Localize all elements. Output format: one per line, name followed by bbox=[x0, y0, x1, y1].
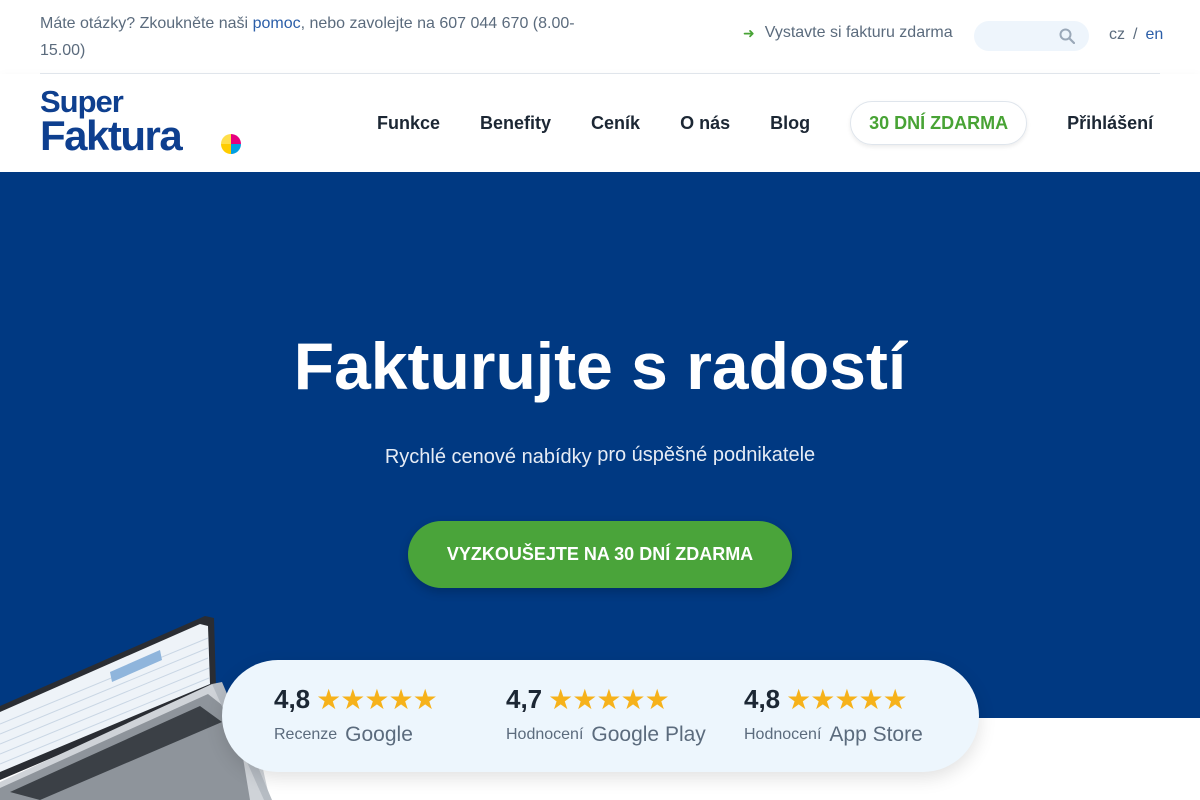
nav-cenik[interactable]: Ceník bbox=[591, 113, 640, 134]
star-rating-icon: ★★★★★ bbox=[786, 683, 908, 715]
superfaktura-logo[interactable]: Super Faktura bbox=[40, 86, 250, 158]
login-link[interactable]: Přihlášení bbox=[1067, 113, 1153, 134]
rating-google-play[interactable]: 4,7 ★★★★★ Hodnocení Google Play bbox=[506, 684, 706, 747]
star-rating-icon: ★★★★★ bbox=[316, 683, 438, 715]
logo-line-2: Faktura bbox=[40, 112, 183, 159]
ratings-card: 4,8 ★★★★★ Recenze Google 4,7 ★★★★★ Hodno… bbox=[222, 660, 979, 772]
nav-o-nas[interactable]: O nás bbox=[680, 113, 730, 134]
rating-score: 4,7 bbox=[506, 684, 543, 714]
search-icon[interactable] bbox=[1059, 28, 1075, 44]
lang-en[interactable]: en bbox=[1145, 26, 1163, 44]
nav-benefity[interactable]: Benefity bbox=[480, 113, 551, 134]
rating-app-store[interactable]: 4,8 ★★★★★ Hodnocení App Store bbox=[744, 684, 923, 747]
logo-pie-icon bbox=[221, 134, 241, 154]
trial-button[interactable]: 30 DNÍ ZDARMA bbox=[850, 101, 1028, 145]
hero-cta-button[interactable]: VYZKOUŠEJTE NA 30 DNÍ ZDARMA bbox=[408, 521, 792, 588]
google-play-logo: Google Play bbox=[591, 723, 706, 746]
help-prefix: Máte otázky? Zkoukněte naši bbox=[40, 15, 253, 32]
rating-label: Recenze bbox=[274, 726, 338, 743]
rating-score: 4,8 bbox=[744, 684, 781, 714]
rating-score: 4,8 bbox=[274, 684, 311, 714]
rating-label: Hodnocení bbox=[506, 726, 584, 743]
free-invoice-label: Vystavte si fakturu zdarma bbox=[764, 24, 953, 41]
hero-subtitle: Rychlé cenové nabídky pro úspěšné podnik… bbox=[0, 444, 1200, 468]
lang-separator: / bbox=[1133, 26, 1138, 43]
arrow-right-icon: ➜ bbox=[743, 24, 755, 41]
utility-bar: Máte otázky? Zkoukněte naši pomoc, nebo … bbox=[40, 0, 1163, 74]
app-store-logo: App Store bbox=[829, 723, 923, 746]
rating-google[interactable]: 4,8 ★★★★★ Recenze Google bbox=[274, 683, 438, 747]
help-link[interactable]: pomoc bbox=[253, 15, 301, 32]
lang-cz[interactable]: cz bbox=[1109, 26, 1125, 44]
rating-label: Hodnocení bbox=[744, 726, 822, 743]
search-input[interactable] bbox=[974, 21, 1089, 51]
primary-nav: Funkce Benefity Ceník O nás Blog 30 DNÍ … bbox=[357, 101, 1153, 145]
nav-funkce[interactable]: Funkce bbox=[377, 113, 440, 134]
star-rating-icon: ★★★★★ bbox=[548, 683, 670, 715]
hero-subtitle-a: Rychlé cenové nabídky bbox=[384, 446, 592, 468]
main-navbar: Super Faktura Funkce Benefity Ceník O ná… bbox=[0, 74, 1200, 172]
hero-subtitle-b: pro úspěšné podnikatele bbox=[597, 444, 816, 466]
help-text: Máte otázky? Zkoukněte naši pomoc, nebo … bbox=[40, 10, 600, 64]
hero-title: Fakturujte s radostí bbox=[293, 329, 907, 403]
language-switcher: cz / en bbox=[1109, 26, 1163, 44]
free-invoice-link[interactable]: ➜ Vystavte si fakturu zdarma bbox=[743, 24, 953, 42]
nav-blog[interactable]: Blog bbox=[770, 113, 810, 134]
google-logo: Google bbox=[345, 723, 413, 746]
